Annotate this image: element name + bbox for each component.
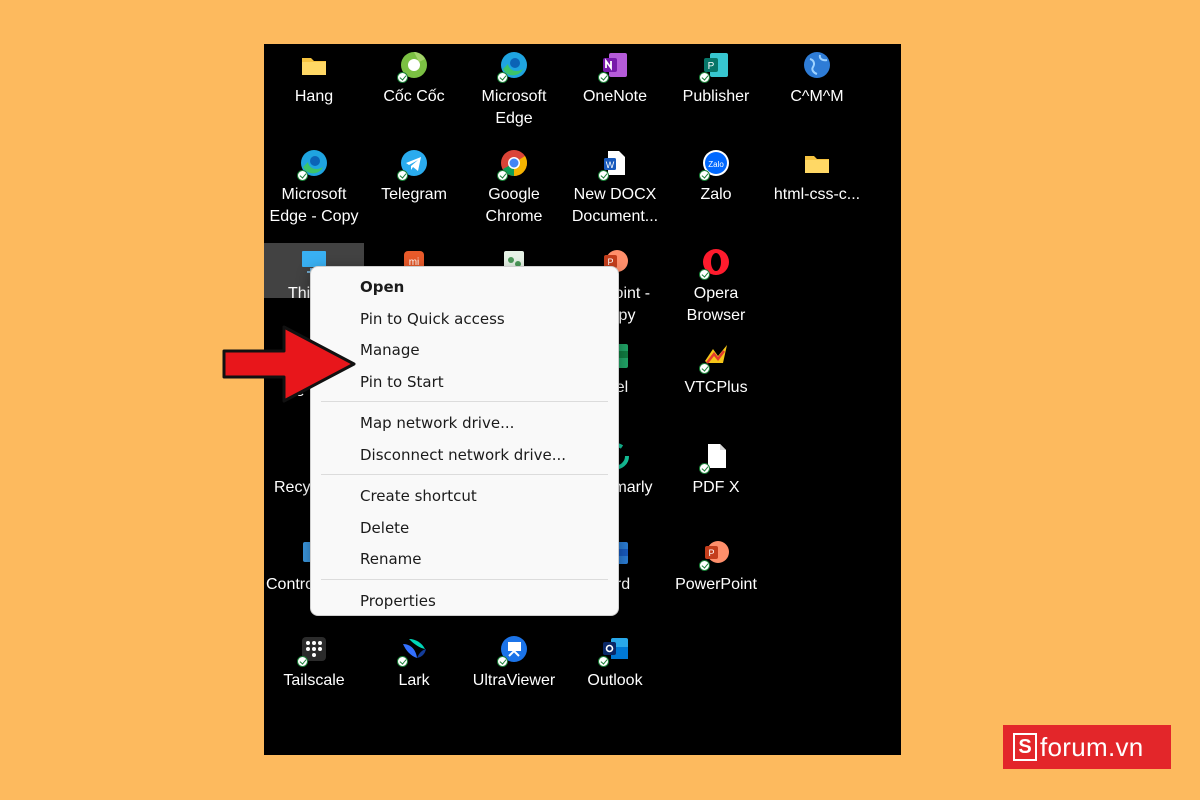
icon-label: Microsoft Edge (481, 88, 547, 127)
desktop-icon-opera[interactable]: Opera Browser (666, 243, 766, 327)
folder-icon (802, 148, 832, 178)
desktop-icon-chrome[interactable]: Google Chrome (464, 148, 564, 228)
logo-text: forum.vn (1040, 731, 1144, 762)
menu-item-rename[interactable]: Rename (360, 547, 422, 571)
word-document-icon: W (598, 148, 630, 181)
logo-mark: S (1013, 733, 1037, 761)
menu-item-delete[interactable]: Delete (360, 516, 409, 540)
desktop-icon-tailscale[interactable]: Tailscale (264, 634, 364, 692)
context-menu: Open Pin to Quick access Manage Pin to S… (310, 266, 619, 616)
desktop-icon-pdf-x[interactable]: PDF X (666, 441, 766, 499)
icon-label: Hang (294, 88, 334, 105)
menu-item-map-network-drive[interactable]: Map network drive... (360, 411, 514, 435)
svg-text:W: W (606, 160, 615, 170)
icon-label: Publisher (682, 88, 750, 105)
desktop-icon-edge[interactable]: Microsoft Edge (464, 50, 564, 130)
menu-item-pin-to-quick-access[interactable]: Pin to Quick access (360, 307, 505, 331)
menu-separator (321, 474, 608, 475)
lark-icon (397, 634, 429, 667)
menu-item-properties[interactable]: Properties (360, 589, 436, 613)
icon-label: Cốc Cốc (383, 88, 445, 105)
icon-label: Opera Browser (686, 285, 746, 324)
red-arrow-icon (222, 325, 356, 403)
desktop-icon-outlook[interactable]: Outlook (565, 634, 665, 692)
edge-icon (497, 50, 529, 83)
publisher-icon: P (699, 50, 731, 83)
icon-label: PowerPoint (675, 576, 757, 593)
svg-text:P: P (708, 548, 714, 558)
icon-label: Google Chrome (485, 186, 543, 225)
desktop-icon-telegram[interactable]: Telegram (364, 148, 464, 206)
menu-item-open[interactable]: Open (360, 275, 404, 299)
desktop-icon-vtcplus[interactable]: VTCPlus (666, 341, 766, 399)
desktop-icon-hang[interactable]: Hang (264, 50, 364, 108)
svg-text:P: P (708, 61, 715, 72)
folder-icon (299, 50, 329, 80)
desktop-icon-new-docx[interactable]: W New DOCX Document... (565, 148, 665, 228)
menu-item-disconnect-network-drive[interactable]: Disconnect network drive... (360, 443, 566, 467)
desktop-icon-coccoc[interactable]: Cốc Cốc (364, 50, 464, 108)
chrome-icon (497, 148, 529, 181)
icon-label: UltraViewer (472, 672, 556, 689)
ultraviewer-icon (497, 634, 529, 667)
coccoc-browser-icon (397, 50, 429, 83)
icon-label: Lark (398, 672, 430, 689)
desktop-icon-lark[interactable]: Lark (364, 634, 464, 692)
icon-label: Telegram (381, 186, 447, 203)
icon-label: Outlook (587, 672, 643, 689)
desktop-icon-onenote[interactable]: OneNote (565, 50, 665, 108)
desktop-icon-publisher[interactable]: P Publisher (666, 50, 766, 108)
icon-label: html-css-c... (773, 186, 861, 203)
outlook-icon (598, 634, 630, 667)
telegram-icon (397, 148, 429, 181)
icon-label: VTCPlus (684, 379, 748, 396)
pdf-file-icon (699, 441, 731, 474)
desktop-icon-zalo[interactable]: Zalo Zalo (666, 148, 766, 206)
desktop-icon-ultraviewer[interactable]: UltraViewer (464, 634, 564, 692)
onenote-icon (598, 50, 630, 83)
menu-separator (321, 401, 608, 402)
icon-label: Microsoft Edge - Copy (269, 186, 359, 225)
powerpoint-icon: P (699, 538, 731, 571)
icon-label: Zalo (700, 186, 732, 203)
desktop-icon-powerpoint[interactable]: P PowerPoint (666, 538, 766, 596)
menu-item-pin-to-start[interactable]: Pin to Start (360, 370, 444, 394)
icon-label: C^M^M (790, 88, 844, 105)
vtcplus-icon (699, 341, 731, 374)
icon-label: New DOCX Document... (571, 186, 659, 225)
sforum-logo: S forum.vn (1003, 725, 1171, 769)
tailscale-icon (297, 634, 329, 667)
icon-label: Tailscale (283, 672, 345, 689)
desktop-icon-html-css[interactable]: html-css-c... (767, 148, 867, 206)
zalo-icon: Zalo (699, 148, 731, 181)
svg-text:Zalo: Zalo (708, 160, 724, 169)
globe-icon (802, 50, 832, 80)
icon-label: OneNote (582, 88, 648, 105)
menu-item-manage[interactable]: Manage (360, 338, 420, 362)
menu-item-create-shortcut[interactable]: Create shortcut (360, 484, 477, 508)
icon-label: PDF X (692, 479, 740, 496)
desktop-icon-cmm[interactable]: C^M^M (767, 50, 867, 108)
edge-icon (297, 148, 329, 181)
menu-separator (321, 579, 608, 580)
desktop-icon-edge-copy[interactable]: Microsoft Edge - Copy (264, 148, 364, 228)
opera-icon (699, 247, 731, 280)
